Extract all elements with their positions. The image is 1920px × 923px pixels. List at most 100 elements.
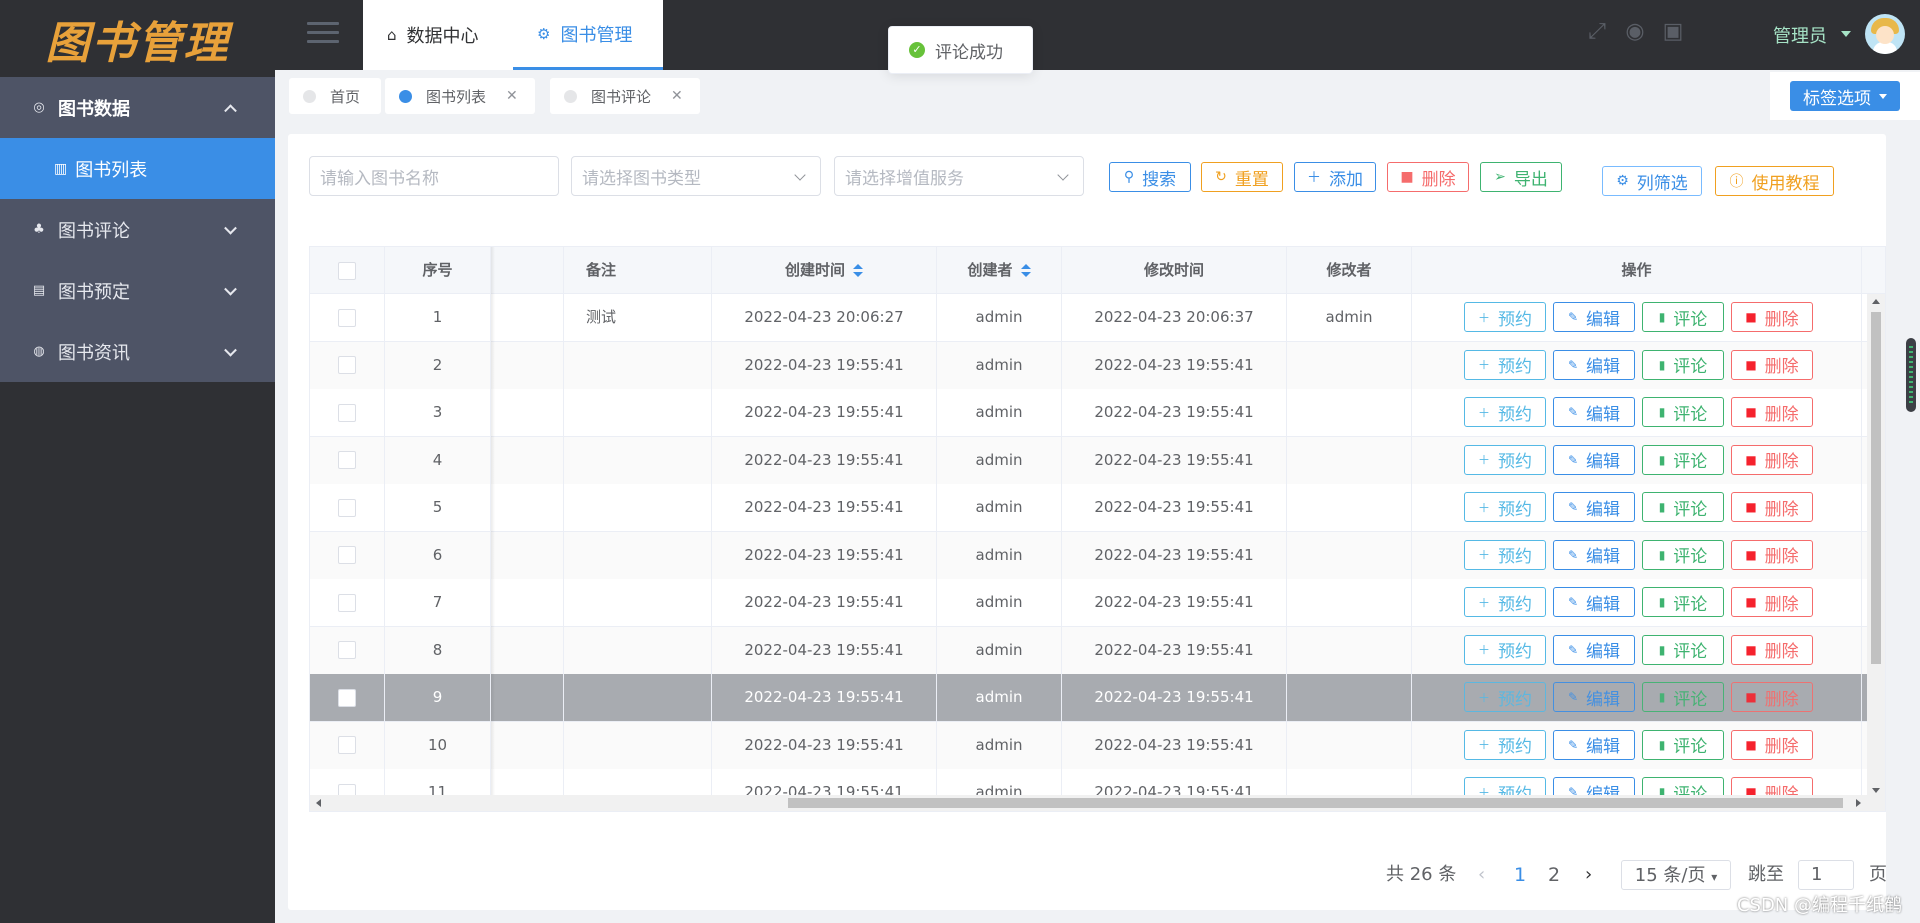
vertical-scrollbar[interactable] <box>1867 294 1885 798</box>
comment-button[interactable]: ▮ 评论 <box>1642 492 1724 522</box>
book-name-input[interactable]: 请输入图书名称 <box>309 156 559 196</box>
comment-button[interactable]: ▮ 评论 <box>1642 539 1724 570</box>
scroll-thumb[interactable] <box>1871 312 1881 664</box>
delete-row-button[interactable]: ■ 删除 <box>1731 682 1813 712</box>
comment-button[interactable]: ▮ 评论 <box>1642 729 1724 760</box>
tag-home[interactable]: 首页 <box>289 78 381 114</box>
table-row[interactable]: 4 2022-04-23 19:55:41 admin 2022-04-23 19:5… <box>310 436 1867 485</box>
sidebar-item-book-reservation[interactable]: ▤ 图书预定 <box>0 260 275 321</box>
reserve-button[interactable]: ＋ 预约 <box>1464 729 1546 760</box>
side-drawer-handle[interactable] <box>1906 338 1916 412</box>
row-checkbox[interactable] <box>338 356 356 374</box>
table-row[interactable]: 5 2022-04-23 19:55:41 admin 2022-04-23 19:5… <box>310 484 1867 532</box>
header-created[interactable]: 创建时间 <box>712 247 937 294</box>
edit-button[interactable]: ✎ 编辑 <box>1553 397 1635 427</box>
jump-page-input[interactable] <box>1798 860 1854 890</box>
fullscreen-icon[interactable]: ⤢ <box>1585 20 1609 44</box>
reserve-button[interactable]: ＋ 预约 <box>1464 539 1546 570</box>
table-row[interactable]: 9 2022-04-23 19:55:41 admin 2022-04-23 19:5… <box>310 674 1867 722</box>
reserve-button[interactable]: ＋ 预约 <box>1464 444 1546 475</box>
table-row[interactable]: 3 2022-04-23 19:55:41 admin 2022-04-23 19:5… <box>310 389 1867 437</box>
reserve-button[interactable]: ＋ 预约 <box>1464 349 1546 380</box>
comment-button[interactable]: ▮ 评论 <box>1642 587 1724 617</box>
page-1[interactable]: 1 <box>1514 860 1526 890</box>
export-button[interactable]: ➢ 导出 <box>1480 162 1562 192</box>
user-name[interactable]: 管理员 <box>1773 22 1827 48</box>
delete-row-button[interactable]: ■ 删除 <box>1731 634 1813 665</box>
row-checkbox[interactable] <box>338 403 356 422</box>
comment-button[interactable]: ▮ 评论 <box>1642 302 1724 332</box>
sidebar-item-book-list[interactable]: ▥ 图书列表 <box>0 138 275 199</box>
lock-icon[interactable]: ▣ <box>1661 20 1685 44</box>
scroll-thumb[interactable] <box>788 798 1843 808</box>
reserve-button[interactable]: ＋ 预约 <box>1464 397 1546 427</box>
scroll-down-icon[interactable] <box>1872 788 1880 793</box>
add-button[interactable]: ＋ 添加 <box>1294 162 1376 192</box>
page-size-select[interactable]: 15 条/页 ▾ <box>1621 860 1731 890</box>
scroll-up-icon[interactable] <box>1872 299 1880 304</box>
row-checkbox[interactable] <box>338 688 356 707</box>
reserve-button[interactable]: ＋ 预约 <box>1464 682 1546 712</box>
table-row[interactable]: 2 2022-04-23 19:55:41 admin 2022-04-23 19:5… <box>310 341 1867 390</box>
book-type-select[interactable]: 请选择图书类型 <box>571 156 821 196</box>
close-icon[interactable]: ✕ <box>671 88 683 104</box>
table-row[interactable]: 10 2022-04-23 19:55:41 admin 2022-04-23 19:… <box>310 721 1867 770</box>
row-checkbox[interactable] <box>338 736 356 754</box>
edit-button[interactable]: ✎ 编辑 <box>1553 729 1635 760</box>
delete-row-button[interactable]: ■ 删除 <box>1731 349 1813 380</box>
sidebar-item-book-news[interactable]: ◍ 图书资讯 <box>0 321 275 382</box>
comment-button[interactable]: ▮ 评论 <box>1642 682 1724 712</box>
close-icon[interactable]: ✕ <box>506 88 518 104</box>
hamburger-menu-icon[interactable] <box>307 22 339 46</box>
column-filter-button[interactable]: ⚙ 列筛选 <box>1602 166 1702 196</box>
globe-icon[interactable]: ◉ <box>1623 20 1647 44</box>
delete-row-button[interactable]: ■ 删除 <box>1731 444 1813 475</box>
scroll-right-icon[interactable] <box>1856 799 1861 807</box>
tag-book-list[interactable]: 图书列表 ✕ <box>385 78 535 114</box>
row-checkbox[interactable] <box>338 451 356 469</box>
tag-book-comments[interactable]: 图书评论 ✕ <box>550 78 700 114</box>
horizontal-scrollbar[interactable] <box>310 795 1885 811</box>
header-creator[interactable]: 创建者 <box>937 247 1062 294</box>
reserve-button[interactable]: ＋ 预约 <box>1464 587 1546 617</box>
prev-page-icon[interactable]: ‹ <box>1478 860 1485 890</box>
delete-row-button[interactable]: ■ 删除 <box>1731 302 1813 332</box>
delete-button[interactable]: ■ 删除 <box>1387 162 1469 192</box>
table-row[interactable]: 6 2022-04-23 19:55:41 admin 2022-04-23 19:5… <box>310 531 1867 580</box>
tag-options-button[interactable]: 标签选项 <box>1790 81 1900 111</box>
search-button[interactable]: ⚲ 搜索 <box>1109 162 1191 192</box>
edit-button[interactable]: ✎ 编辑 <box>1553 539 1635 570</box>
row-checkbox[interactable] <box>338 641 356 659</box>
sort-icon[interactable] <box>853 263 863 278</box>
delete-row-button[interactable]: ■ 删除 <box>1731 729 1813 760</box>
reserve-button[interactable]: ＋ 预约 <box>1464 492 1546 522</box>
row-checkbox[interactable] <box>338 593 356 612</box>
service-select[interactable]: 请选择增值服务 <box>834 156 1084 196</box>
delete-row-button[interactable]: ■ 删除 <box>1731 492 1813 522</box>
comment-button[interactable]: ▮ 评论 <box>1642 397 1724 427</box>
select-all-checkbox[interactable] <box>338 261 356 280</box>
row-checkbox[interactable] <box>338 498 356 517</box>
table-row[interactable]: 7 2022-04-23 19:55:41 admin 2022-04-23 19:5… <box>310 579 1867 627</box>
page-2[interactable]: 2 <box>1548 860 1560 890</box>
comment-button[interactable]: ▮ 评论 <box>1642 349 1724 380</box>
delete-row-button[interactable]: ■ 删除 <box>1731 539 1813 570</box>
caret-down-icon[interactable] <box>1841 31 1851 37</box>
next-page-icon[interactable]: › <box>1585 860 1592 890</box>
edit-button[interactable]: ✎ 编辑 <box>1553 587 1635 617</box>
tab-book-management[interactable]: ⚙ 图书管理 <box>513 0 663 70</box>
tab-data-center[interactable]: ⌂ 数据中心 <box>363 0 513 70</box>
reserve-button[interactable]: ＋ 预约 <box>1464 302 1546 332</box>
sort-icon[interactable] <box>1020 263 1031 278</box>
edit-button[interactable]: ✎ 编辑 <box>1553 634 1635 665</box>
delete-row-button[interactable]: ■ 删除 <box>1731 397 1813 427</box>
comment-button[interactable]: ▮ 评论 <box>1642 444 1724 475</box>
row-checkbox[interactable] <box>338 308 356 327</box>
edit-button[interactable]: ✎ 编辑 <box>1553 682 1635 712</box>
avatar[interactable] <box>1865 14 1905 54</box>
sidebar-item-book-data[interactable]: ◎ 图书数据 <box>0 77 275 138</box>
table-row[interactable]: 8 2022-04-23 19:55:41 admin 2022-04-23 19:5… <box>310 626 1867 675</box>
table-row[interactable]: 1 测试 2022-04-23 20:06:27 admin 2022-04-23 20… <box>310 294 1867 342</box>
delete-row-button[interactable]: ■ 删除 <box>1731 587 1813 617</box>
row-checkbox[interactable] <box>338 546 356 564</box>
